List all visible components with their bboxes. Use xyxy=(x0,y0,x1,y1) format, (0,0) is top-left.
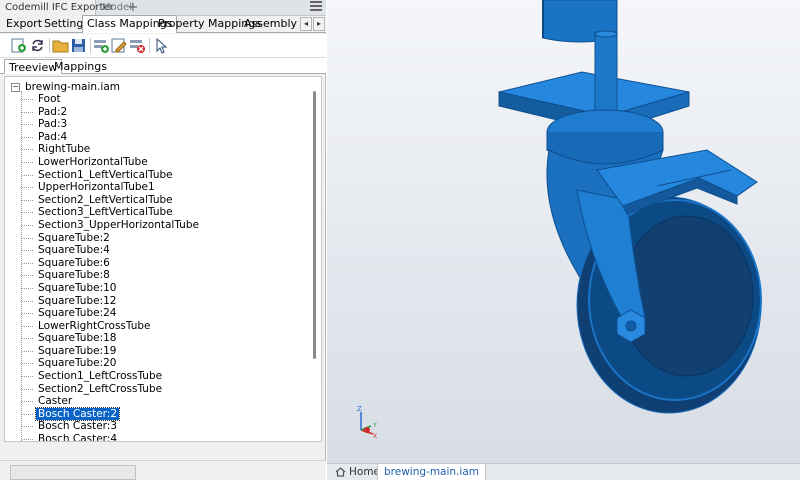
tree-root-label: brewing-main.iam xyxy=(25,81,120,93)
select-arrow-icon[interactable] xyxy=(152,37,169,54)
tree-item-label: Caster xyxy=(38,395,73,408)
tree-item[interactable]: Section2_LeftCrossTube xyxy=(22,383,201,396)
menu-icon[interactable] xyxy=(310,1,322,13)
tree-item-label: Bosch Caster:4 xyxy=(38,433,118,442)
tree-item-label: SquareTube:19 xyxy=(38,344,117,357)
tree-item-label: SquareTube:24 xyxy=(38,307,117,320)
home-icon xyxy=(335,467,346,477)
tree-item-label: SquareTube:8 xyxy=(38,269,110,282)
tree-item-label: LowerHorizontalTube xyxy=(38,155,148,168)
add-green-icon[interactable] xyxy=(93,37,110,54)
tree-item[interactable]: SquareTube:8 xyxy=(22,269,201,282)
tree-item[interactable]: Section1_LeftVerticalTube xyxy=(22,169,201,182)
tree-item[interactable]: Caster xyxy=(22,395,201,408)
tree-item-label: LowerRightCrossTube xyxy=(38,319,151,332)
tree-item[interactable]: Section3_UpperHorizontalTube xyxy=(22,219,201,232)
tree-item-label: RightTube xyxy=(38,143,91,156)
add-tab-button[interactable]: + xyxy=(126,0,140,16)
tree-item[interactable]: Bosch Caster:2 xyxy=(22,406,201,421)
tree-item-label: Pad:3 xyxy=(38,118,68,131)
tab-codemill-ifc-exporter[interactable]: Codemill IFC Exporter xyxy=(0,0,114,16)
refresh-icon[interactable] xyxy=(29,37,46,54)
tree-item-label: Section2_LeftCrossTube xyxy=(38,382,163,395)
toolbar xyxy=(0,34,326,58)
new-document-green-icon[interactable] xyxy=(10,37,27,54)
axis-x-label: X xyxy=(373,433,377,440)
tree-item[interactable]: SquareTube:6 xyxy=(22,257,201,270)
status-bar xyxy=(0,460,326,480)
tree-item[interactable]: SquareTube:20 xyxy=(22,357,201,370)
tree-item[interactable]: Pad:4 xyxy=(22,131,201,144)
tree-item-label: Section1_LeftCrossTube xyxy=(38,370,163,383)
tree-item[interactable]: SquareTube:18 xyxy=(22,332,201,345)
toolbar-separator xyxy=(49,38,50,53)
document-tabs: Home brewing-main.iam xyxy=(327,463,800,480)
tree-item-label: Section3_UpperHorizontalTube xyxy=(38,218,199,231)
tree-item[interactable]: UpperHorizontalTube1 xyxy=(22,181,201,194)
tree-children: Foot Pad:2 Pad:3 Pad:4 RightTube LowerHorizon… xyxy=(22,93,201,442)
tree-scrollbar[interactable] xyxy=(313,91,316,359)
tree-item-label: SquareTube:6 xyxy=(38,256,110,269)
tree-item[interactable]: Section2_LeftVerticalTube xyxy=(22,194,201,207)
tab-home-label: Home xyxy=(349,466,381,478)
tree-item[interactable]: Pad:2 xyxy=(22,106,201,119)
tree-item[interactable]: SquareTube:12 xyxy=(22,295,201,308)
tree-item-label: SquareTube:12 xyxy=(38,294,117,307)
tab-model[interactable]: Model xyxy=(97,0,132,16)
3d-viewport[interactable]: Z X Y xyxy=(327,0,800,463)
tree-item[interactable]: SquareTube:24 xyxy=(22,307,201,320)
tree-item-label: Pad:4 xyxy=(38,130,68,143)
caster-model[interactable] xyxy=(327,0,800,463)
tree-item-label: SquareTube:2 xyxy=(38,231,110,244)
tree-item-label: Pad:2 xyxy=(38,105,68,118)
tree-item[interactable]: Section3_LeftVerticalTube xyxy=(22,206,201,219)
status-field xyxy=(10,465,136,480)
axis-y-label: Y xyxy=(372,422,377,429)
tab-brewing-main-iam[interactable]: brewing-main.iam xyxy=(377,464,486,480)
axis-z-label: Z xyxy=(357,405,362,413)
tree-item[interactable]: RightTube xyxy=(22,143,201,156)
edit-icon[interactable] xyxy=(111,37,128,54)
tree-item[interactable]: SquareTube:2 xyxy=(22,232,201,245)
tab-mappings[interactable]: Mappings xyxy=(50,59,111,74)
toolbar-separator xyxy=(90,38,91,53)
assembly-tree[interactable]: − brewing-main.iam Foot Pad:2 Pad:3 Pad:4 Rig… xyxy=(4,76,322,442)
tree-item[interactable]: Foot xyxy=(22,93,201,106)
toolbar-separator xyxy=(149,38,150,53)
save-disk-icon[interactable] xyxy=(70,37,87,54)
main-tab-strip: Export Settings Class Mappings Property … xyxy=(0,15,326,33)
collapse-icon[interactable]: − xyxy=(11,83,20,92)
tree-item-label: SquareTube:20 xyxy=(38,357,117,370)
tree-item[interactable]: SquareTube:19 xyxy=(22,345,201,358)
tree-item[interactable]: Bosch Caster:3 xyxy=(22,420,201,433)
tree-item-label: Section3_LeftVerticalTube xyxy=(38,206,173,219)
tree-item-label: Section2_LeftVerticalTube xyxy=(38,193,173,206)
panel-tab-strip: Codemill IFC Exporter Model + xyxy=(0,0,326,16)
axis-triad: Z X Y xyxy=(357,405,377,440)
tree-item-label: Bosch Caster:2 xyxy=(34,406,121,421)
sub-tab-strip: Treeview Mappings xyxy=(0,58,326,74)
tree-item[interactable]: SquareTube:4 xyxy=(22,244,201,257)
tree-item[interactable]: Bosch Caster:4 xyxy=(22,433,201,442)
tree-item-label: SquareTube:4 xyxy=(38,244,110,257)
tree-item[interactable]: SquareTube:10 xyxy=(22,282,201,295)
tree-item-label: UpperHorizontalTube1 xyxy=(38,181,155,194)
tree-item-label: SquareTube:10 xyxy=(38,281,117,294)
delete-red-icon[interactable] xyxy=(129,37,146,54)
tab-assembly[interactable]: Assembly Co xyxy=(240,16,300,33)
tree-item-label: Bosch Caster:3 xyxy=(38,420,118,433)
tabs-scroll-right-button[interactable]: ▸ xyxy=(313,17,325,31)
tree-item-label: SquareTube:18 xyxy=(38,332,117,345)
tree-item[interactable]: LowerHorizontalTube xyxy=(22,156,201,169)
tabs-scroll-left-button[interactable]: ◂ xyxy=(300,17,312,31)
ifc-exporter-panel: Codemill IFC Exporter Model + Export Set… xyxy=(0,0,326,480)
tree-item[interactable]: Section1_LeftCrossTube xyxy=(22,370,201,383)
tree-item[interactable]: Pad:3 xyxy=(22,118,201,131)
tree-item-label: Foot xyxy=(38,93,61,105)
open-folder-icon[interactable] xyxy=(52,37,69,54)
tree-item-label: Section1_LeftVerticalTube xyxy=(38,168,173,181)
tree-item[interactable]: LowerRightCrossTube xyxy=(22,320,201,333)
